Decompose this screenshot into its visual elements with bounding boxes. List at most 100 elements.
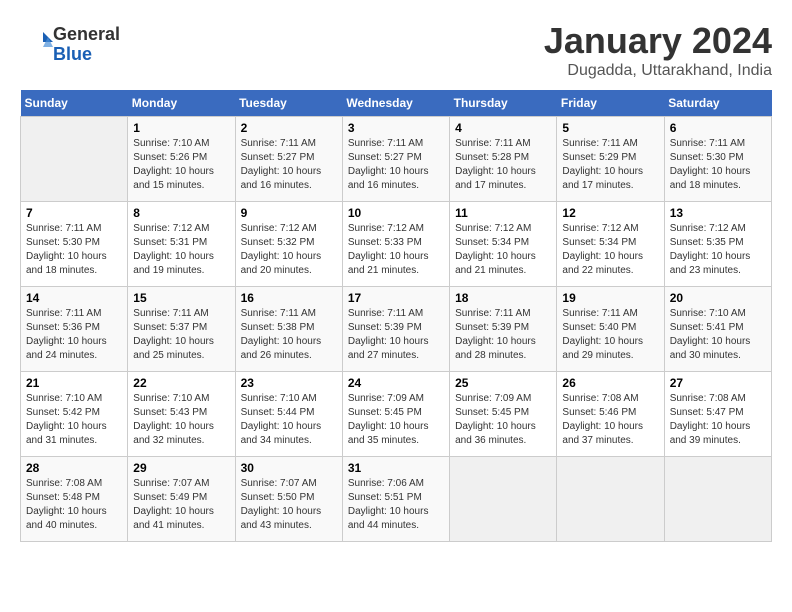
day-info: Sunrise: 7:10 AM Sunset: 5:41 PM Dayligh… [670,307,766,363]
logo-general: General [53,25,120,45]
day-number: 7 [26,206,122,220]
day-number: 8 [133,206,229,220]
calendar-cell: 6 Sunrise: 7:11 AM Sunset: 5:30 PM Daylig… [664,117,771,202]
day-number: 4 [455,121,551,135]
calendar-cell: 31 Sunrise: 7:06 AM Sunset: 5:51 PM Dayli… [342,457,449,542]
calendar-cell: 4 Sunrise: 7:11 AM Sunset: 5:28 PM Daylig… [450,117,557,202]
calendar-cell: 25 Sunrise: 7:09 AM Sunset: 5:45 PM Dayli… [450,372,557,457]
day-info: Sunrise: 7:10 AM Sunset: 5:26 PM Dayligh… [133,137,229,193]
day-number: 9 [241,206,337,220]
day-info: Sunrise: 7:09 AM Sunset: 5:45 PM Dayligh… [348,392,444,448]
day-info: Sunrise: 7:08 AM Sunset: 5:48 PM Dayligh… [26,477,122,533]
day-number: 25 [455,376,551,390]
calendar-cell: 8 Sunrise: 7:12 AM Sunset: 5:31 PM Daylig… [128,202,235,287]
column-header-tuesday: Tuesday [235,90,342,117]
day-info: Sunrise: 7:11 AM Sunset: 5:27 PM Dayligh… [241,137,337,193]
day-info: Sunrise: 7:11 AM Sunset: 5:40 PM Dayligh… [562,307,658,363]
day-number: 27 [670,376,766,390]
day-info: Sunrise: 7:08 AM Sunset: 5:47 PM Dayligh… [670,392,766,448]
calendar-cell: 12Sunrise: 7:12 AM Sunset: 5:34 PM Dayli… [557,202,664,287]
calendar-cell: 3 Sunrise: 7:11 AM Sunset: 5:27 PM Daylig… [342,117,449,202]
calendar-week-3: 14 Sunrise: 7:11 AM Sunset: 5:36 PM Dayli… [21,287,772,372]
calendar-cell: 28 Sunrise: 7:08 AM Sunset: 5:48 PM Dayli… [21,457,128,542]
day-info: Sunrise: 7:11 AM Sunset: 5:39 PM Dayligh… [455,307,551,363]
column-header-sunday: Sunday [21,90,128,117]
calendar-cell: 20 Sunrise: 7:10 AM Sunset: 5:41 PM Dayli… [664,287,771,372]
calendar-cell: 26Sunrise: 7:08 AM Sunset: 5:46 PM Dayli… [557,372,664,457]
calendar-week-2: 7Sunrise: 7:11 AM Sunset: 5:30 PM Daylig… [21,202,772,287]
calendar-cell [664,457,771,542]
day-info: Sunrise: 7:11 AM Sunset: 5:36 PM Dayligh… [26,307,122,363]
day-number: 16 [241,291,337,305]
calendar-cell: 23Sunrise: 7:10 AM Sunset: 5:44 PM Dayli… [235,372,342,457]
day-number: 5 [562,121,658,135]
day-info: Sunrise: 7:09 AM Sunset: 5:45 PM Dayligh… [455,392,551,448]
day-info: Sunrise: 7:11 AM Sunset: 5:27 PM Dayligh… [348,137,444,193]
day-info: Sunrise: 7:06 AM Sunset: 5:51 PM Dayligh… [348,477,444,533]
column-header-saturday: Saturday [664,90,771,117]
calendar-week-4: 21 Sunrise: 7:10 AM Sunset: 5:42 PM Dayli… [21,372,772,457]
calendar-cell: 27 Sunrise: 7:08 AM Sunset: 5:47 PM Dayli… [664,372,771,457]
logo-icon [23,27,53,57]
day-info: Sunrise: 7:07 AM Sunset: 5:49 PM Dayligh… [133,477,229,533]
calendar-cell: 22Sunrise: 7:10 AM Sunset: 5:43 PM Dayli… [128,372,235,457]
column-header-wednesday: Wednesday [342,90,449,117]
column-header-thursday: Thursday [450,90,557,117]
day-number: 3 [348,121,444,135]
calendar-table: SundayMondayTuesdayWednesdayThursdayFrid… [20,90,772,542]
calendar-cell: 2Sunrise: 7:11 AM Sunset: 5:27 PM Daylig… [235,117,342,202]
day-info: Sunrise: 7:12 AM Sunset: 5:33 PM Dayligh… [348,222,444,278]
calendar-cell: 17 Sunrise: 7:11 AM Sunset: 5:39 PM Dayli… [342,287,449,372]
logo: General Blue [20,25,120,65]
day-number: 10 [348,206,444,220]
calendar-cell: 1 Sunrise: 7:10 AM Sunset: 5:26 PM Daylig… [128,117,235,202]
calendar-cell [557,457,664,542]
calendar-cell: 7Sunrise: 7:11 AM Sunset: 5:30 PM Daylig… [21,202,128,287]
day-info: Sunrise: 7:11 AM Sunset: 5:37 PM Dayligh… [133,307,229,363]
day-info: Sunrise: 7:07 AM Sunset: 5:50 PM Dayligh… [241,477,337,533]
day-info: Sunrise: 7:08 AM Sunset: 5:46 PM Dayligh… [562,392,658,448]
calendar-cell: 11 Sunrise: 7:12 AM Sunset: 5:34 PM Dayli… [450,202,557,287]
day-info: Sunrise: 7:10 AM Sunset: 5:43 PM Dayligh… [133,392,229,448]
day-info: Sunrise: 7:11 AM Sunset: 5:38 PM Dayligh… [241,307,337,363]
day-info: Sunrise: 7:11 AM Sunset: 5:29 PM Dayligh… [562,137,658,193]
calendar-week-1: 1 Sunrise: 7:10 AM Sunset: 5:26 PM Daylig… [21,117,772,202]
day-number: 30 [241,461,337,475]
calendar-cell: 24 Sunrise: 7:09 AM Sunset: 5:45 PM Dayli… [342,372,449,457]
column-header-monday: Monday [128,90,235,117]
day-number: 31 [348,461,444,475]
day-number: 14 [26,291,122,305]
day-info: Sunrise: 7:11 AM Sunset: 5:39 PM Dayligh… [348,307,444,363]
day-number: 21 [26,376,122,390]
logo-blue: Blue [53,45,120,65]
calendar-header: SundayMondayTuesdayWednesdayThursdayFrid… [21,90,772,117]
calendar-cell: 5 Sunrise: 7:11 AM Sunset: 5:29 PM Daylig… [557,117,664,202]
day-info: Sunrise: 7:12 AM Sunset: 5:34 PM Dayligh… [455,222,551,278]
calendar-title: January 2024 [544,20,772,62]
day-number: 11 [455,206,551,220]
day-number: 13 [670,206,766,220]
day-number: 17 [348,291,444,305]
day-number: 24 [348,376,444,390]
day-info: Sunrise: 7:10 AM Sunset: 5:42 PM Dayligh… [26,392,122,448]
calendar-cell: 30 Sunrise: 7:07 AM Sunset: 5:50 PM Dayli… [235,457,342,542]
day-info: Sunrise: 7:11 AM Sunset: 5:28 PM Dayligh… [455,137,551,193]
day-number: 18 [455,291,551,305]
calendar-cell: 15Sunrise: 7:11 AM Sunset: 5:37 PM Dayli… [128,287,235,372]
day-info: Sunrise: 7:12 AM Sunset: 5:32 PM Dayligh… [241,222,337,278]
calendar-cell [450,457,557,542]
calendar-cell: 19Sunrise: 7:11 AM Sunset: 5:40 PM Dayli… [557,287,664,372]
day-number: 6 [670,121,766,135]
calendar-cell: 18 Sunrise: 7:11 AM Sunset: 5:39 PM Dayli… [450,287,557,372]
day-info: Sunrise: 7:11 AM Sunset: 5:30 PM Dayligh… [670,137,766,193]
calendar-subtitle: Dugadda, Uttarakhand, India [544,62,772,80]
day-number: 20 [670,291,766,305]
calendar-cell: 16 Sunrise: 7:11 AM Sunset: 5:38 PM Dayli… [235,287,342,372]
day-info: Sunrise: 7:12 AM Sunset: 5:34 PM Dayligh… [562,222,658,278]
calendar-cell: 14 Sunrise: 7:11 AM Sunset: 5:36 PM Dayli… [21,287,128,372]
day-number: 28 [26,461,122,475]
day-number: 1 [133,121,229,135]
calendar-week-5: 28 Sunrise: 7:08 AM Sunset: 5:48 PM Dayli… [21,457,772,542]
calendar-cell: 21 Sunrise: 7:10 AM Sunset: 5:42 PM Dayli… [21,372,128,457]
day-info: Sunrise: 7:12 AM Sunset: 5:31 PM Dayligh… [133,222,229,278]
